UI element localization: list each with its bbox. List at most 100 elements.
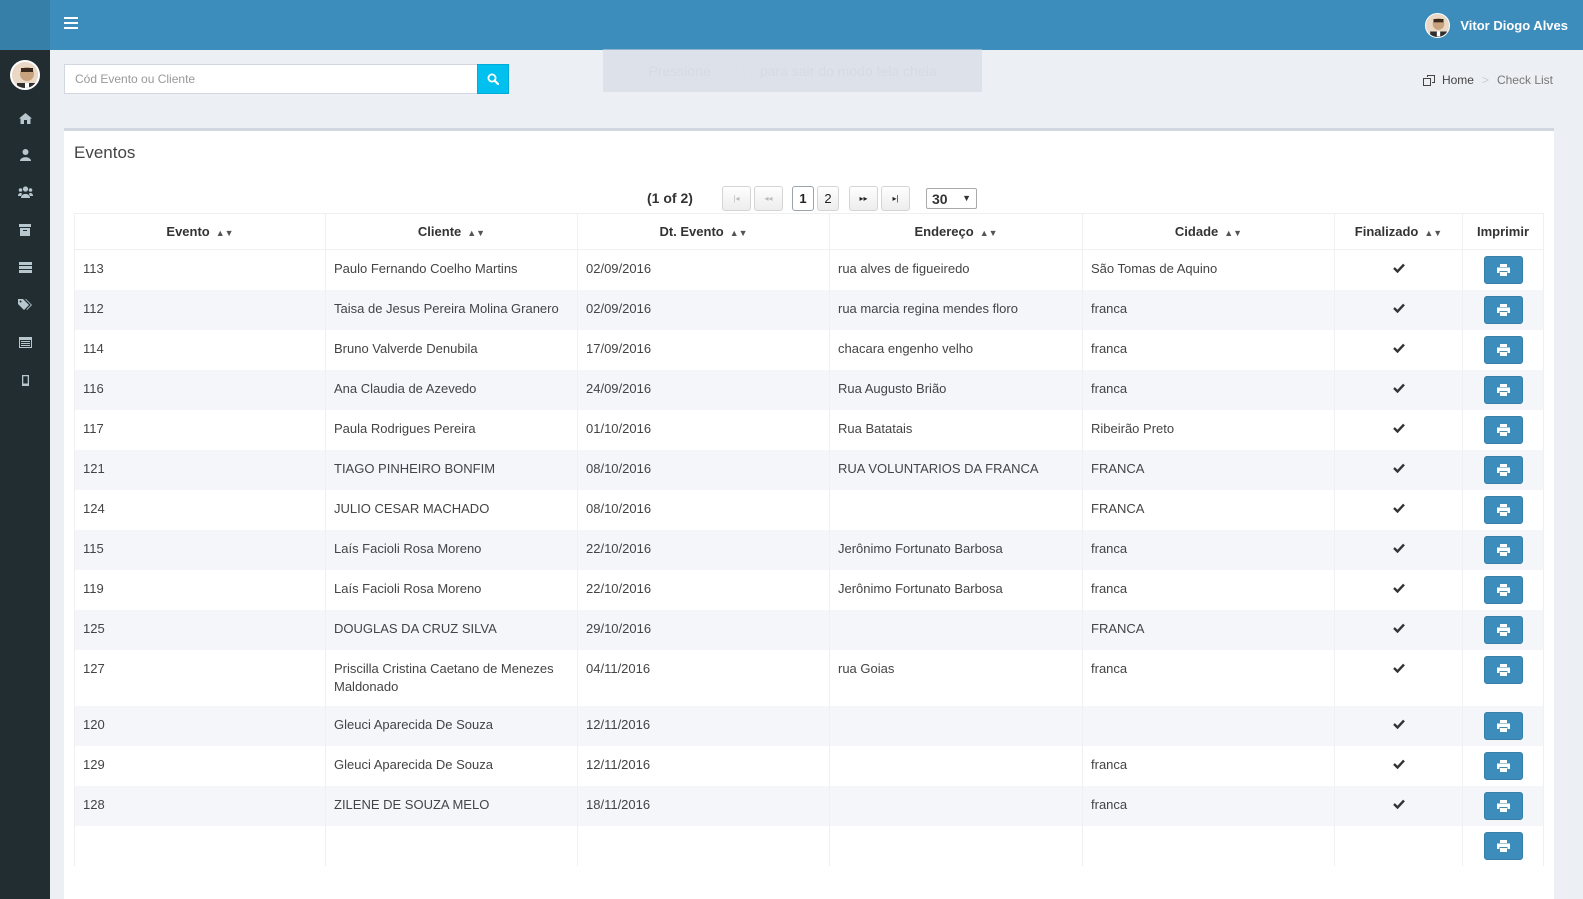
print-button[interactable] — [1483, 376, 1523, 404]
cell-evento: 114 — [74, 330, 326, 370]
table-row[interactable]: 112 Taisa de Jesus Pereira Molina Granero… — [74, 290, 1544, 330]
cell-finalizado — [1334, 786, 1463, 826]
cell-cidade — [1082, 826, 1335, 866]
cell-cliente: JULIO CESAR MACHADO — [325, 490, 578, 530]
cell-cidade: franca — [1082, 290, 1335, 330]
last-page-button[interactable]: ▸| — [881, 186, 910, 211]
print-button[interactable] — [1483, 656, 1523, 684]
table-row[interactable]: 125 DOUGLAS DA CRUZ SILVA 29/10/2016 FRANCA — [74, 610, 1544, 650]
print-button[interactable] — [1483, 616, 1523, 644]
cell-finalizado — [1334, 410, 1463, 450]
print-button[interactable] — [1483, 336, 1523, 364]
first-page-icon: |◂ — [733, 194, 740, 203]
cell-cliente: TIAGO PINHEIRO BONFIM — [325, 450, 578, 490]
sidebar-item-home[interactable] — [0, 103, 50, 133]
cell-imprimir — [1462, 490, 1544, 530]
user-menu[interactable]: Vitor Diogo Alves — [1425, 12, 1568, 38]
cell-cliente: Paula Rodrigues Pereira — [325, 410, 578, 450]
table-row[interactable]: 128 ZILENE DE SOUZA MELO 18/11/2016 franca — [74, 786, 1544, 826]
print-button[interactable] — [1483, 752, 1523, 780]
sidebar-item-calendar[interactable] — [0, 327, 50, 357]
tags-icon — [18, 299, 32, 310]
cell-dt-evento: 08/10/2016 — [577, 450, 830, 490]
table-row[interactable]: 114 Bruno Valverde Denubila 17/09/2016 chac… — [74, 330, 1544, 370]
column-header-dt-evento[interactable]: Dt. Evento ▲▼ — [577, 213, 830, 250]
table-row[interactable]: 121 TIAGO PINHEIRO BONFIM 08/10/2016 RUA VO… — [74, 450, 1544, 490]
cell-cidade: franca — [1082, 786, 1335, 826]
prev-page-button[interactable]: ◂◂ — [754, 186, 783, 211]
cell-evento: 116 — [74, 370, 326, 410]
table-row[interactable]: 116 Ana Claudia de Azevedo 24/09/2016 Rua A… — [74, 370, 1544, 410]
sidebar-item-user[interactable] — [0, 140, 50, 170]
table-row[interactable]: 115 Laís Facioli Rosa Moreno 22/10/2016 Jer… — [74, 530, 1544, 570]
sidebar — [0, 0, 50, 899]
sidebar-item-archive[interactable] — [0, 215, 50, 245]
sidebar-toggle-icon[interactable] — [64, 17, 78, 31]
table-row[interactable]: 129 Gleuci Aparecida De Souza 12/11/2016 fr… — [74, 746, 1544, 786]
table-row[interactable] — [74, 826, 1544, 866]
table-row[interactable]: 119 Laís Facioli Rosa Moreno 22/10/2016 Jer… — [74, 570, 1544, 610]
cell-dt-evento: 12/11/2016 — [577, 706, 830, 746]
search-input[interactable] — [64, 64, 477, 94]
cell-cliente: Laís Facioli Rosa Moreno — [325, 530, 578, 570]
table-row[interactable]: 124 JULIO CESAR MACHADO 08/10/2016 FRANCA — [74, 490, 1544, 530]
print-button[interactable] — [1483, 536, 1523, 564]
table-row[interactable]: 117 Paula Rodrigues Pereira 01/10/2016 Rua … — [74, 410, 1544, 450]
table-row[interactable]: 120 Gleuci Aparecida De Souza 12/11/2016 — [74, 706, 1544, 746]
box-title: Eventos — [74, 143, 136, 162]
sidebar-avatar — [10, 60, 40, 90]
first-page-button[interactable]: |◂ — [722, 186, 751, 211]
cell-evento: 127 — [74, 650, 326, 706]
breadcrumb-home[interactable]: Home — [1422, 73, 1474, 87]
search-button[interactable] — [477, 64, 509, 94]
sort-icon: ▲▼ — [729, 228, 748, 238]
column-label: Dt. Evento — [659, 224, 724, 239]
sidebar-item-tags[interactable] — [0, 290, 50, 320]
column-header-finalizado[interactable]: Finalizado ▲▼ — [1334, 213, 1463, 250]
cell-cliente — [325, 826, 578, 866]
cell-evento: 124 — [74, 490, 326, 530]
cell-cidade: FRANCA — [1082, 610, 1335, 650]
table-row[interactable]: 127 Priscilla Cristina Caetano de Menezes… — [74, 650, 1544, 706]
print-button[interactable] — [1483, 792, 1523, 820]
sidebar-item-users[interactable] — [0, 177, 50, 207]
page-button-2[interactable]: 2 — [817, 186, 839, 211]
next-page-button[interactable]: ▸▸ — [849, 186, 878, 211]
paginator-info: (1 of 2) — [647, 190, 693, 206]
rows-per-page-select[interactable]: 30 ▼ — [926, 188, 977, 209]
cell-imprimir — [1462, 826, 1544, 866]
print-button[interactable] — [1483, 256, 1523, 284]
print-button[interactable] — [1483, 832, 1523, 860]
cell-cidade: franca — [1082, 650, 1335, 706]
sidebar-item-list[interactable] — [0, 252, 50, 282]
print-icon — [1496, 584, 1510, 596]
cell-endereco — [829, 826, 1083, 866]
cell-dt-evento: 02/09/2016 — [577, 290, 830, 330]
page-button-1[interactable]: 1 — [792, 186, 814, 211]
table-row[interactable]: 113 Paulo Fernando Coelho Martins 02/09/20… — [74, 249, 1544, 290]
cell-evento: 125 — [74, 610, 326, 650]
cell-cidade: franca — [1082, 330, 1335, 370]
column-header-cidade[interactable]: Cidade ▲▼ — [1082, 213, 1335, 250]
sort-icon: ▲▼ — [215, 228, 234, 238]
column-header-endereco[interactable]: Endereço ▲▼ — [829, 213, 1083, 250]
print-button[interactable] — [1483, 712, 1523, 740]
print-button[interactable] — [1483, 576, 1523, 604]
cell-cidade: franca — [1082, 570, 1335, 610]
column-header-evento[interactable]: Evento ▲▼ — [74, 213, 326, 250]
column-label: Imprimir — [1476, 224, 1529, 239]
sidebar-item-mobile[interactable] — [0, 365, 50, 395]
cell-imprimir — [1462, 330, 1544, 370]
column-header-cliente[interactable]: Cliente ▲▼ — [325, 213, 578, 250]
print-button[interactable] — [1483, 416, 1523, 444]
cell-endereco: rua alves de figueiredo — [829, 249, 1083, 290]
home-icon — [18, 112, 32, 124]
cell-imprimir — [1462, 530, 1544, 570]
print-button[interactable] — [1483, 496, 1523, 524]
print-icon — [1496, 840, 1510, 852]
print-button[interactable] — [1483, 296, 1523, 324]
cell-cidade: FRANCA — [1082, 450, 1335, 490]
cell-finalizado — [1334, 570, 1463, 610]
cell-dt-evento: 22/10/2016 — [577, 530, 830, 570]
print-button[interactable] — [1483, 456, 1523, 484]
